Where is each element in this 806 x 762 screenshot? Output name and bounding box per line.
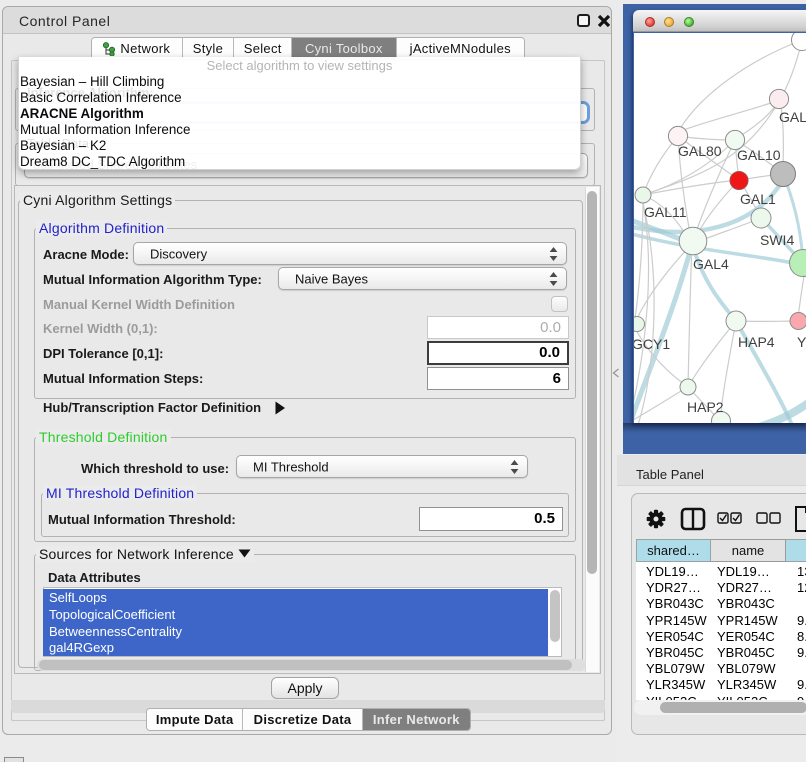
svg-text:GAL7: GAL7 bbox=[779, 109, 806, 125]
svg-text:GCY1: GCY1 bbox=[634, 336, 670, 352]
svg-text:HAP4: HAP4 bbox=[738, 334, 775, 350]
svg-text:GAL1: GAL1 bbox=[740, 191, 776, 207]
svg-text:SWI4: SWI4 bbox=[760, 232, 794, 248]
svg-text:Y: Y bbox=[797, 334, 806, 350]
svg-text:GAL10: GAL10 bbox=[737, 147, 781, 163]
svg-text:GAL80: GAL80 bbox=[678, 143, 722, 159]
svg-text:HAP2: HAP2 bbox=[687, 399, 724, 415]
svg-text:GAL11: GAL11 bbox=[644, 204, 687, 220]
svg-text:GAL4: GAL4 bbox=[693, 256, 729, 272]
